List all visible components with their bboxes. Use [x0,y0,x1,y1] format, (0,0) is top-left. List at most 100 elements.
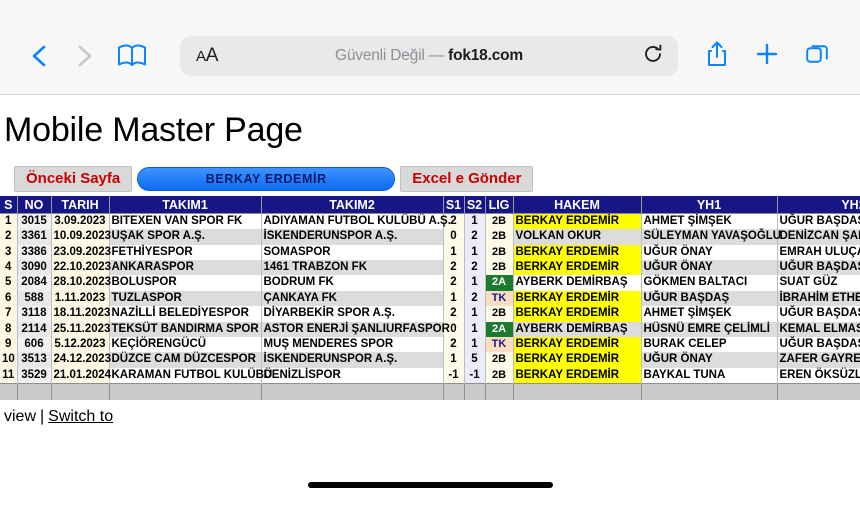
cell-takim2[interactable]: İSKENDERUNSPOR A.Ş. [261,352,444,368]
cell-takim2[interactable]: SOMASPOR [261,244,444,260]
cell-hakem[interactable]: BERKAY ERDEMİR [513,306,642,322]
cell-yh1[interactable]: UĞUR BAŞDAŞ [641,290,778,307]
cell-tarih[interactable]: 22.10.2023 [51,259,111,276]
forward-button[interactable] [62,34,106,78]
cell-s1[interactable]: 1 [443,290,465,307]
cell-yh1[interactable]: GÖKMEN BALTACI [641,275,778,291]
cell-no[interactable]: 3529 [17,367,52,384]
table-row[interactable]: 10 3513 24.12.2023 DÜZCE CAM DÜZCESPOR İSKEN… [0,352,860,368]
cell-takim1[interactable]: DÜZCE CAM DÜZCESPOR [109,352,262,368]
cell-yh1[interactable]: BAYKAL TUNA [641,367,778,384]
match-table-container[interactable]: S NO TARIH TAKIM1 TAKIM2 S1 S2 LIG HAKEM… [0,196,860,400]
cell-yh1[interactable]: SÜLEYMAN YAVAŞOĞLU [641,229,781,245]
cell-s1[interactable]: 2 [443,337,465,353]
cell-yh2[interactable]: SUAT GÜZ [777,275,860,291]
cell-no[interactable]: 3386 [17,244,52,260]
cell-no[interactable]: 3513 [17,352,52,368]
cell-s1[interactable]: 2 [443,275,465,291]
table-row[interactable]: 5 2084 28.10.2023 BOLUSPOR BODRUM FK 2 1 2A AYBE… [0,275,860,291]
cell-lig[interactable]: 2A [485,275,514,291]
cell-s2[interactable]: 2 [464,290,486,307]
cell-s1[interactable]: 0 [443,229,465,245]
cell-tarih[interactable]: 5.12.2023 [51,337,110,353]
cell-hakem[interactable]: AYBERK DEMİRBAŞ [513,275,642,291]
cell-s[interactable]: 8 [0,321,18,337]
header-yh1[interactable]: YH1 [641,196,778,214]
cell-yh2[interactable]: DENİZCAN ŞAHİN [777,229,860,245]
cell-takim2[interactable]: 1461 TRABZON FK [261,259,444,276]
cell-yh1[interactable]: HÜSNÜ EMRE ÇELİMLİ [641,321,778,337]
cell-s2[interactable]: 2 [464,229,486,245]
cell-s2[interactable]: 5 [464,352,486,368]
cell-lig[interactable]: 2B [485,229,514,245]
export-excel-button[interactable]: Excel e Gönder [400,166,534,193]
cell-yh2[interactable]: EREN ÖKSÜZLER [777,367,860,384]
cell-lig[interactable]: 2B [485,306,514,322]
header-s[interactable]: S [0,196,18,214]
cell-lig[interactable]: 2B [485,367,514,384]
previous-page-button[interactable]: Önceki Sayfa [14,166,133,193]
cell-tarih[interactable]: 25.11.2023 [51,321,110,337]
cell-yh2[interactable]: UĞUR BAŞDAŞ [777,259,860,276]
table-row[interactable]: 3 3386 23.09.2023 FETHİYESPOR SOMASPOR 1 1 2B BE… [0,244,860,260]
header-takim2[interactable]: TAKIM2 [261,196,444,214]
cell-s[interactable]: 6 [0,290,18,307]
table-row[interactable]: 4 3090 22.10.2023 ANKARASPOR 1461 TRABZON FK… [0,259,860,276]
header-s1[interactable]: S1 [443,196,465,214]
text-size-button[interactable]: AA [192,45,218,67]
table-row[interactable]: 9 606 5.12.2023 KEÇİÖRENGÜCÜ MUŞ MENDERES SP… [0,337,860,353]
cell-tarih[interactable]: 18.11.2023 [51,306,110,322]
cell-s1[interactable]: 1 [443,244,465,260]
cell-takim1[interactable]: KARAMAN FUTBOL KULÜBÜ [109,367,272,384]
cell-yh1[interactable]: BURAK CELEP [641,337,778,353]
cell-hakem[interactable]: BERKAY ERDEMİR [513,367,642,384]
address-bar[interactable]: AA Güvenli Değil — fok18.com [180,36,678,76]
cell-takim1[interactable]: FETHİYESPOR [109,244,262,260]
cell-s[interactable]: 5 [0,275,18,291]
cell-hakem[interactable]: BERKAY ERDEMİR [513,337,642,353]
cell-lig[interactable]: 2B [485,244,514,260]
cell-hakem[interactable]: VOLKAN OKUR [513,229,642,245]
selected-referee-pill[interactable]: BERKAY ERDEMİR [137,167,396,192]
cell-takim1[interactable]: ANKARASPOR [109,259,262,276]
cell-takim2[interactable]: ÇANKAYA FK [261,290,444,307]
cell-takim1[interactable]: BITEXEN VAN SPOR FK [109,213,262,230]
cell-takim2[interactable]: DENİZLİSPOR [261,367,444,384]
cell-yh1[interactable]: AHMET ŞİMŞEK [641,213,778,230]
new-tab-button[interactable] [742,34,792,78]
cell-lig[interactable]: TK [485,337,514,353]
table-row[interactable]: 11 3529 21.01.2024 KARAMAN FUTBOL KULÜBÜ DEN… [0,367,860,384]
cell-yh2[interactable]: İBRAHİM ETHEM PO [777,290,860,307]
cell-s[interactable]: 1 [0,213,18,230]
cell-s1[interactable]: -1 [443,367,465,384]
cell-takim1[interactable]: TUZLASPOR [109,290,262,307]
cell-no[interactable]: 606 [17,337,52,353]
cell-s[interactable]: 10 [0,352,18,368]
cell-s2[interactable]: 1 [464,275,486,291]
cell-takim1[interactable]: NAZİLLİ BELEDİYESPOR [109,306,262,322]
cell-s1[interactable]: 2 [443,259,465,276]
cell-tarih[interactable]: 3.09.2023 [51,213,110,230]
cell-s1[interactable]: 1 [443,352,465,368]
table-row[interactable]: 7 3118 18.11.2023 NAZİLLİ BELEDİYESPOR DİYAR… [0,306,860,322]
cell-takim2[interactable]: MUŞ MENDERES SPOR [261,337,444,353]
cell-yh2[interactable]: EMRAH ULUÇAY [777,244,860,260]
cell-hakem[interactable]: BERKAY ERDEMİR [513,352,642,368]
cell-takim2[interactable]: ASTOR ENERJİ ŞANLIURFASPOR [261,321,450,337]
cell-no[interactable]: 588 [17,290,52,307]
cell-lig[interactable]: 2B [485,213,514,230]
cell-takim1[interactable]: KEÇİÖRENGÜCÜ [109,337,262,353]
cell-tarih[interactable]: 10.09.2023 [51,229,111,245]
cell-takim1[interactable]: BOLUSPOR [109,275,262,291]
cell-s[interactable]: 9 [0,337,18,353]
share-button[interactable] [692,34,742,78]
table-row[interactable]: 1 3015 3.09.2023 BITEXEN VAN SPOR FK ADIYAMA… [0,213,860,230]
back-button[interactable] [18,34,62,78]
header-lig[interactable]: LIG [485,196,514,214]
bookmarks-button[interactable] [106,34,158,78]
cell-s2[interactable]: 2 [464,259,486,276]
cell-no[interactable]: 3361 [17,229,52,245]
cell-s2[interactable]: 1 [464,244,486,260]
cell-takim2[interactable]: ADIYAMAN FUTBOL KULÜBÜ A.Ş. [261,213,451,230]
cell-tarih[interactable]: 28.10.2023 [51,275,111,291]
